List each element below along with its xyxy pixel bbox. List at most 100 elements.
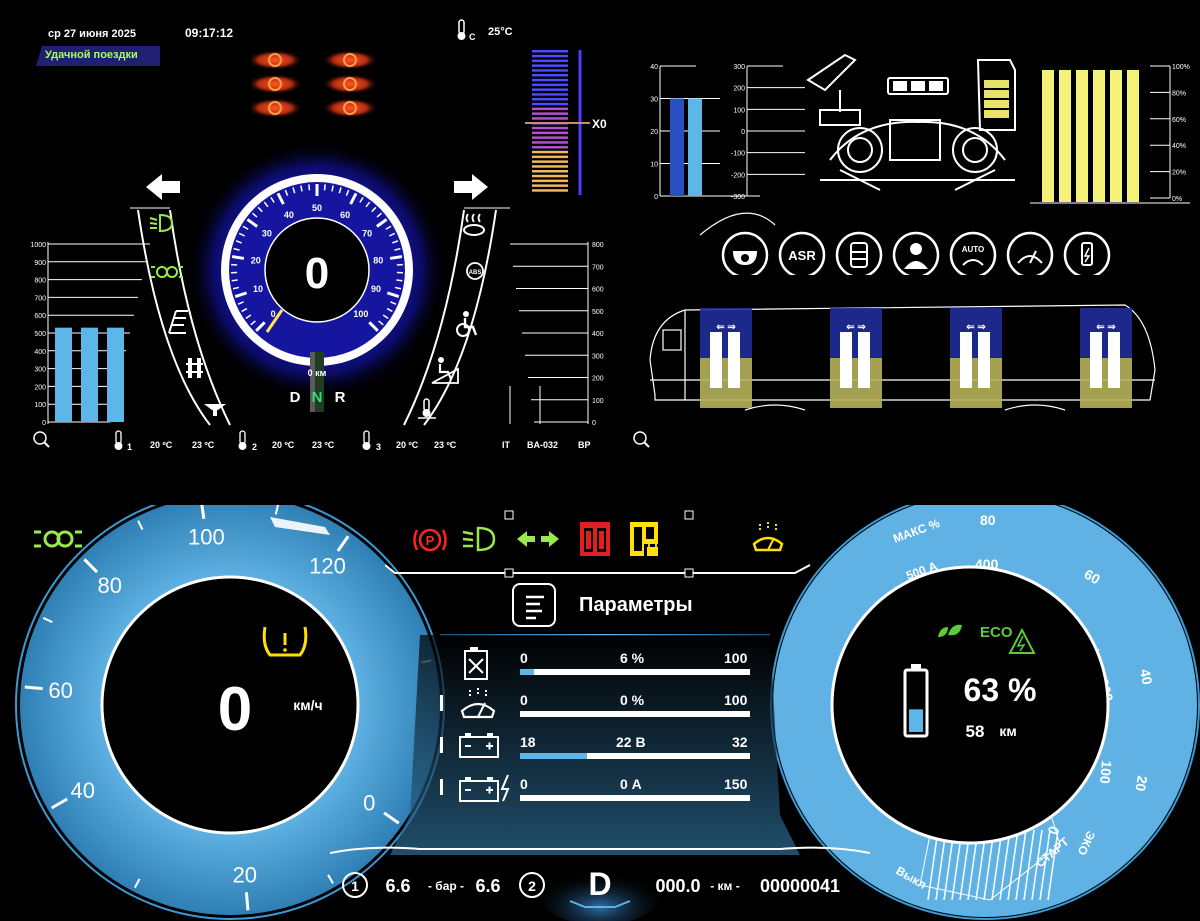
- tick-label: 120: [309, 554, 346, 579]
- parking-lights-icon: [151, 266, 183, 278]
- auto-icon: AUTO: [949, 231, 997, 275]
- door-indicator: ⇐ ⇒: [830, 308, 882, 408]
- tick-label: 0: [271, 309, 276, 319]
- param-row-voltage: 18 22 В 32: [440, 729, 770, 769]
- icon-ring: [1006, 231, 1054, 275]
- door-indicator: ⇐ ⇒: [950, 308, 1002, 408]
- scale-stripe: [532, 83, 568, 87]
- door-leaf: [840, 332, 852, 388]
- parking-lights-lower-icon: [34, 530, 82, 548]
- washer-fluid-icon: [460, 688, 496, 719]
- tick-label: 80%: [1172, 90, 1186, 97]
- tick-label: 0: [42, 420, 46, 427]
- bar: [107, 327, 124, 422]
- driver-icon: [892, 231, 940, 275]
- door-indicator: ⇐ ⇒: [1080, 308, 1132, 408]
- tick: [308, 184, 311, 191]
- trip-distance: 000.0: [655, 876, 700, 896]
- tick-label: 500: [34, 331, 46, 338]
- tick-label: 700: [34, 295, 46, 302]
- tick-label: 400: [34, 349, 46, 356]
- temp-2b: 23 ºC: [312, 440, 335, 450]
- door-lock-icon: [630, 522, 660, 557]
- scale-stripe: [532, 107, 568, 111]
- scale-stripe: [532, 141, 568, 144]
- temp-index-3: 3: [376, 442, 382, 452]
- major-tick: [244, 892, 250, 911]
- left-gauge-unit: км/ч: [293, 697, 322, 713]
- tick-label: 500: [592, 309, 604, 316]
- door-arrows: ⇐ ⇒: [846, 322, 866, 333]
- tick-label: 800: [34, 278, 46, 285]
- battery-pack-icon: [976, 59, 1016, 131]
- door-leaf: [960, 332, 972, 388]
- round-icons-row: ASR AUTO: [699, 212, 1111, 275]
- tick-label: 100: [592, 398, 604, 405]
- low-beam-icon: [149, 213, 174, 233]
- zoom-icon-right[interactable]: [632, 430, 650, 453]
- tick-label: 300: [34, 367, 46, 374]
- warning-lights-cluster: [247, 50, 378, 118]
- tank-body: [850, 242, 868, 268]
- tick-label: 100: [733, 107, 745, 114]
- usb-charge-icon: [1063, 231, 1111, 275]
- gauge-label: 20: [1132, 774, 1150, 792]
- heater-temperature-icon: [418, 398, 436, 419]
- param-bar-track: [520, 669, 750, 675]
- driver-head: [910, 243, 922, 255]
- gear-d: D: [290, 389, 301, 406]
- scale-stripe: [532, 146, 568, 149]
- battery-current-icon: [459, 774, 510, 802]
- tick-label: 600: [34, 313, 46, 320]
- odometer: 00000041: [760, 876, 840, 896]
- door-top: [700, 308, 752, 358]
- tick: [231, 279, 238, 282]
- temp-index-2: 2: [252, 442, 258, 452]
- door-top: [830, 308, 882, 358]
- params-title: Параметры: [579, 594, 693, 616]
- param-bar-track: [520, 711, 750, 717]
- gear-n: N: [312, 389, 323, 406]
- zoom-icon-left[interactable]: [32, 430, 50, 453]
- tick-label: 10: [650, 162, 658, 169]
- tick-label: 20%: [1172, 170, 1186, 177]
- scale-stripe: [532, 102, 568, 106]
- temp-1b: 23 ºC: [192, 440, 215, 450]
- tick-label: 20: [233, 862, 257, 887]
- right-scale-label-ba: BA-032: [527, 440, 559, 450]
- fuel-filter-icon: [464, 647, 488, 680]
- current-gear: D: [588, 866, 611, 902]
- wiper-arc: [962, 259, 984, 266]
- tick-label: 400: [592, 331, 604, 338]
- door-arrows: ⇐ ⇒: [716, 322, 736, 333]
- temp-1a: 20 ºC: [150, 440, 173, 450]
- scale-stripe: [532, 131, 568, 135]
- tick-label: 0: [654, 194, 658, 201]
- param-value: 0 А: [620, 776, 642, 792]
- odo-label: 0 км: [308, 368, 327, 378]
- scale-stripe: [532, 74, 568, 77]
- auto-label: AUTO: [962, 245, 985, 254]
- oil-tank-icon: [835, 231, 883, 275]
- door-bottom: [950, 358, 1002, 408]
- right-scale-label-bp: BP: [578, 440, 591, 450]
- param-value: 6 %: [620, 650, 645, 666]
- asr-icon: ASR: [778, 231, 826, 275]
- parking-brake-icon: P: [413, 528, 447, 552]
- tick-label: 800: [592, 242, 604, 249]
- camera-icon: [721, 231, 769, 275]
- pressure-2: 6.6: [475, 876, 500, 896]
- usb-body: [1081, 242, 1093, 266]
- param-max: 32: [732, 734, 748, 750]
- bar: [1127, 70, 1139, 202]
- bar: [688, 98, 702, 196]
- scale-stripe: [532, 170, 568, 173]
- door-leaf: [1108, 332, 1120, 388]
- bar: [670, 98, 684, 196]
- param-min: 0: [520, 776, 528, 792]
- temp-3a: 20 ºC: [396, 440, 419, 450]
- bar: [1076, 70, 1088, 202]
- asr-label: ASR: [788, 248, 816, 263]
- bar: [1110, 70, 1122, 202]
- bar: [1093, 70, 1105, 202]
